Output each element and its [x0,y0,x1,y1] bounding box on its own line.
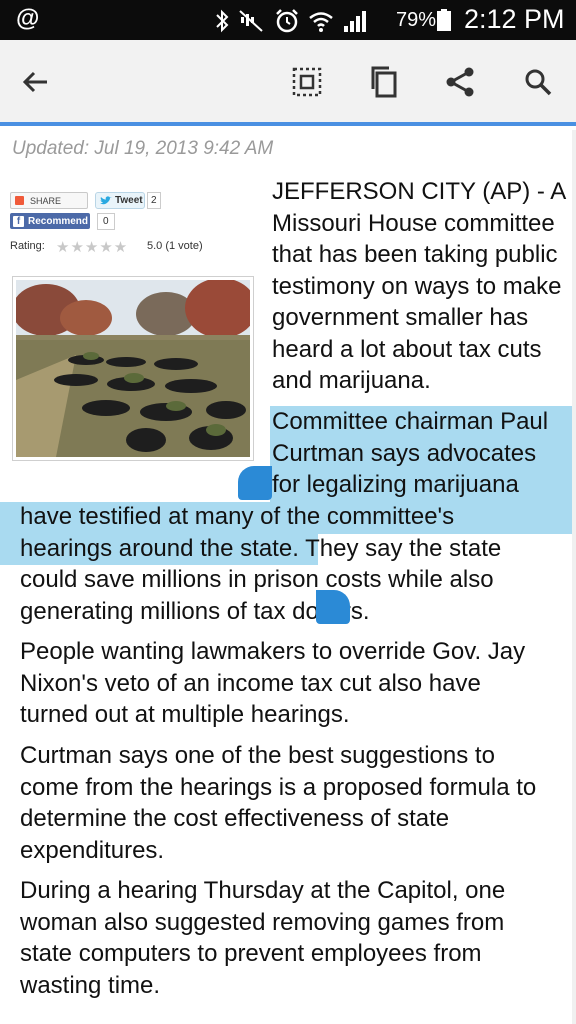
paragraph-line: turned out at multiple hearings. [20,701,350,728]
paragraph-line: that has been taking public [272,241,558,268]
paragraph-line: and marijuana. [272,367,431,394]
paragraph-line: expenditures. [20,836,165,864]
page-edge [572,130,576,1024]
paragraph-line: woman also suggested removing games from [20,908,505,936]
unselected-text: . They say the state [292,534,502,562]
alarm-icon [276,9,298,33]
paragraph-line: state computers to prevent employees fro… [20,940,482,967]
paragraph-line: government smaller has [272,304,529,331]
paragraph-line: come from the hearings is a proposed for… [20,773,537,801]
tweet-button[interactable]: Tweet [95,192,145,209]
article-paragraph-2-selected[interactable]: Committee chairman Paul Curtman says adv… [272,406,576,501]
paragraph-line: During a hearing Thursday at the Capitol… [20,877,506,904]
selected-line: for legalizing marijuana [272,471,519,498]
article-paragraph-4: Curtman says one of the best suggestions… [20,740,576,866]
selection-start-handle[interactable] [238,466,272,500]
status-icons [214,8,368,34]
status-bar: @ 79% 2:12 PM [0,0,576,40]
article-paragraph-5: During a hearing Thursday at the Capitol… [20,875,576,1001]
article-paragraph-1: JEFFERSON CITY (AP) - A Missouri House c… [272,176,576,397]
search-button[interactable] [516,60,560,104]
article-paragraph-3: People wanting lawmakers to override Gov… [20,636,576,731]
back-button[interactable] [14,60,58,104]
paragraph-line: determine the cost effectiveness of stat… [20,805,450,832]
selected-text-end: hearings around the state [20,534,293,562]
signal-icon [344,11,366,32]
selection-end-handle[interactable] [316,590,350,624]
wifi-icon [309,12,333,32]
article-content: Updated: Jul 19, 2013 9:42 AM SHARE Twee… [0,130,576,1024]
paragraph-line: wasting time. [20,971,161,999]
share-widget-button[interactable]: SHARE [10,192,88,209]
paragraph-line: Nixon's veto of an income tax cut also h… [20,669,481,697]
tweet-count: 2 [147,192,161,209]
tweet-label: Tweet [115,195,143,206]
paragraph-line: testimony on ways to make [272,272,562,300]
paragraph-line: Missouri House committee [272,209,555,237]
social-widget: SHARE Tweet 2 f Recommend 0 Rating: ★★★★… [10,192,257,461]
share-widget-label: SHARE [30,195,62,206]
rating-value: 5.0 (1 vote) [147,240,203,252]
app-notification-icon: @ [16,5,40,32]
twitter-icon [100,195,112,204]
paragraph-line: heard a lot about tax cuts [272,335,542,363]
paragraph-line: Curtman says one of the best suggestions… [20,742,495,769]
selected-line: have testified at many of the committee'… [20,503,455,530]
paragraph-line: People wanting lawmakers to override Gov… [20,638,526,665]
copy-icon [371,66,397,98]
select-all-icon [292,67,322,97]
selected-line: Curtman says advocates [272,439,537,467]
search-icon [525,69,552,96]
paragraph-line: generating millions of tax dollars. [20,597,370,625]
paragraph-line: JEFFERSON CITY (AP) - A [272,178,567,205]
back-arrow-icon [22,71,47,93]
addthis-icon [15,196,24,205]
paragraph-line: could save millions in prison costs whil… [20,566,494,593]
rating-stars[interactable]: ★★★★★ [56,238,128,256]
action-toolbar [0,40,576,126]
facebook-recommend-button[interactable]: f Recommend [10,213,90,229]
select-all-button[interactable] [285,60,329,104]
selected-line: Committee chairman Paul [272,408,549,435]
battery-icon [437,9,451,31]
share-button[interactable] [438,60,482,104]
recommend-label: Recommend [28,215,89,227]
clock: 2:12 PM [464,4,565,34]
copy-button[interactable] [361,60,405,104]
article-paragraph-2[interactable]: have testified at many of the committee'… [20,501,576,627]
updated-timestamp: Updated: Jul 19, 2013 9:42 AM [12,138,274,159]
facebook-icon: f [13,215,24,227]
recommend-count: 0 [97,213,115,230]
toolbar-accent-line [0,122,576,126]
share-icon [446,67,474,97]
paragraph-line: hearings around the state. They say the … [20,533,576,565]
bluetooth-icon [216,9,229,33]
battery-percent: 79% [396,9,437,31]
article-photo-frame [12,276,257,461]
rating-label: Rating: [10,240,45,252]
article-photo [12,278,257,457]
mute-icon [239,10,263,32]
